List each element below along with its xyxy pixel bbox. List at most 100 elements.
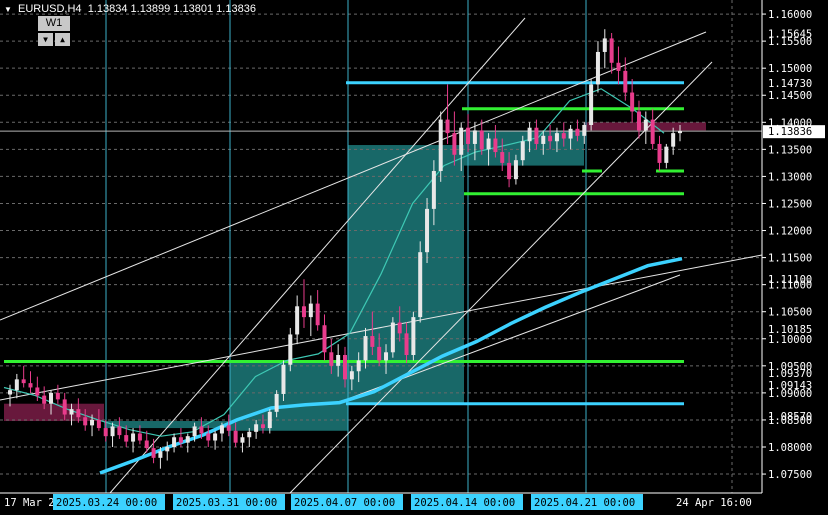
candle-body (329, 352, 334, 366)
candle-body (260, 424, 265, 429)
candle-body (247, 431, 252, 438)
candle-body (233, 430, 238, 443)
current-price-label: 1.13836 (768, 126, 812, 138)
candle-body (267, 411, 272, 429)
candle-body (295, 306, 300, 335)
candle-body (8, 390, 12, 395)
candle-body (548, 135, 553, 142)
candle-body (42, 395, 47, 404)
candle-body (165, 447, 170, 452)
close-value: 1.13836 (216, 3, 256, 15)
candle-body (90, 419, 95, 426)
candle-body (534, 127, 539, 144)
price-mark-label: 1.09143 (768, 380, 812, 392)
candle-body (349, 371, 354, 380)
candle-body (158, 451, 163, 458)
candle-body (96, 419, 101, 429)
candle-body (397, 322, 402, 334)
candle-body (671, 133, 676, 147)
price-mark-label: 1.15645 (768, 28, 812, 40)
candle-body (76, 409, 81, 418)
time-axis-label: 2025.03.24 00:00 (56, 497, 157, 509)
candle-body (185, 436, 190, 443)
candle-body (411, 317, 416, 356)
price-mark-label: 1.14730 (768, 78, 812, 90)
symbol-label: EURUSD,H4 (17, 3, 82, 15)
candle-body (589, 84, 594, 126)
time-axis-label: 2025.03.31 00:00 (176, 497, 277, 509)
candle-body (206, 433, 211, 441)
candle-body (561, 133, 566, 139)
price-tick-label: 1.08000 (768, 442, 812, 454)
candle-body (554, 133, 559, 142)
candle-body (486, 138, 491, 150)
candle-body (623, 70, 628, 93)
scroll-down-icon[interactable]: ▼ (38, 33, 53, 46)
candle-body (513, 160, 518, 180)
candle-body (55, 392, 60, 400)
candle-body (650, 119, 655, 144)
time-axis-label: 24 Apr 16:00 (676, 497, 752, 509)
candle-body (370, 336, 375, 347)
candle-body (226, 425, 231, 431)
candle-body (678, 130, 682, 134)
candle-body (21, 379, 26, 384)
candle-body (131, 433, 136, 442)
zones-layer (4, 122, 706, 431)
time-axis-label: 2025.04.14 00:00 (414, 497, 515, 509)
price-tick-label: 1.12500 (768, 198, 812, 210)
candle-body (507, 162, 512, 180)
candle-body (500, 152, 505, 163)
candle-body (390, 322, 395, 353)
candle-body (178, 437, 183, 443)
candle-body (657, 143, 662, 163)
candle-body (609, 38, 614, 63)
price-tick-label: 1.13500 (768, 144, 812, 156)
candle-body (288, 334, 293, 365)
candle-body (568, 128, 573, 139)
price-mark-label: 1.11100 (768, 274, 812, 286)
candle-body (343, 355, 347, 380)
candle-body (14, 379, 19, 391)
candle-body (431, 171, 436, 209)
candle-body (151, 448, 156, 458)
timeframe-button[interactable]: W1 (38, 16, 70, 31)
candle-body (254, 424, 259, 432)
candle-body (281, 364, 286, 394)
open-value: 1.13834 (87, 3, 128, 15)
candle-body (69, 409, 74, 415)
candle-body (301, 306, 306, 318)
candle-body (363, 336, 368, 361)
candle-body (356, 360, 361, 372)
price-chart[interactable]: 1.160001.155001.150001.145001.140001.135… (0, 0, 828, 515)
price-tick-label: 1.15000 (768, 63, 812, 75)
candle-body (472, 130, 477, 144)
scroll-up-icon[interactable]: ▲ (55, 33, 70, 46)
candle-body (425, 208, 430, 253)
chart-header: ▼ EURUSD,H4 1.13834 1.13899 1.13801 1.13… (4, 3, 256, 15)
candle-body (384, 352, 389, 361)
candle-body (308, 303, 313, 318)
price-mark-label: 1.10185 (768, 324, 812, 336)
candle-body (322, 325, 327, 353)
candle-body (213, 433, 218, 441)
candle-body (527, 127, 532, 142)
candle-body (575, 128, 580, 136)
candle-body (336, 355, 341, 366)
candle-body (541, 135, 546, 144)
high-value: 1.13899 (130, 3, 171, 15)
time-axis-label: 2025.04.21 00:00 (534, 497, 635, 509)
candle-body (137, 433, 142, 441)
candle-body (144, 440, 149, 449)
candle-body (636, 111, 641, 131)
price-mark-label: 1.08570 (768, 411, 812, 423)
zone-rect (4, 403, 104, 422)
candle-body (124, 435, 129, 442)
candle-body (377, 346, 382, 361)
candle-body (664, 146, 669, 163)
candle-body (602, 38, 607, 52)
candle-body (62, 399, 67, 415)
dropdown-arrow-icon[interactable]: ▼ (4, 5, 12, 14)
candle-body (103, 428, 108, 437)
candle-body (445, 119, 450, 134)
